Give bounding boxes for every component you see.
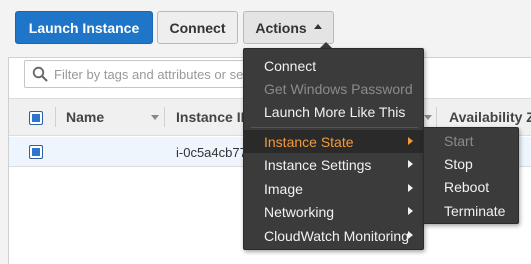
menu-item-label: Instance Settings [264, 156, 372, 173]
menu-item-label: Image [264, 180, 303, 197]
submenu-item-label: Terminate [444, 202, 506, 219]
actions-button[interactable]: Actions [243, 11, 334, 44]
search-icon [32, 66, 48, 82]
actions-menu: Connect Get Windows Password Launch More… [243, 48, 424, 250]
menu-item-instance-settings[interactable]: Instance Settings [244, 153, 423, 176]
connect-button[interactable]: Connect [157, 11, 238, 44]
menu-item-label: Networking [264, 203, 335, 220]
chevron-right-icon [408, 207, 413, 215]
menu-item-label: Launch More Like This [264, 103, 406, 120]
menu-item-instance-state[interactable]: Instance State [244, 130, 423, 153]
launch-instance-button[interactable]: Launch Instance [15, 11, 153, 44]
chevron-right-icon [408, 160, 413, 168]
sort-caret-icon[interactable] [424, 115, 432, 120]
menu-item-label: Get Windows Password [264, 80, 413, 97]
submenu-item-start: Start [424, 129, 518, 152]
chevron-right-icon [408, 137, 413, 145]
sort-caret-icon[interactable] [151, 115, 159, 120]
actions-label: Actions [255, 19, 307, 36]
column-divider [164, 107, 165, 127]
menu-item-image[interactable]: Image [244, 177, 423, 200]
launch-instance-label: Launch Instance [28, 19, 140, 36]
menu-item-connect[interactable]: Connect [244, 54, 423, 77]
row-checkbox[interactable] [29, 145, 43, 159]
menu-item-label: Instance State [264, 133, 354, 150]
submenu-item-label: Stop [444, 155, 473, 172]
menu-divider [251, 127, 418, 128]
menu-item-cloudwatch-monitoring[interactable]: CloudWatch Monitoring [244, 224, 423, 247]
column-header-instance-id[interactable]: Instance ID [176, 99, 251, 135]
menu-item-get-windows-password: Get Windows Password [244, 77, 423, 100]
menu-item-networking[interactable]: Networking [244, 200, 423, 223]
submenu-item-label: Start [444, 132, 474, 149]
column-header-name[interactable]: Name [66, 99, 104, 135]
instance-state-submenu: Start Stop Reboot Terminate [423, 127, 519, 224]
menu-item-label: Connect [264, 57, 317, 74]
submenu-item-terminate[interactable]: Terminate [424, 199, 518, 222]
caret-up-icon [313, 24, 322, 29]
submenu-item-stop[interactable]: Stop [424, 152, 518, 175]
column-divider [436, 107, 437, 127]
select-all-checkbox[interactable] [29, 111, 43, 125]
column-divider [55, 107, 56, 127]
cell-instance-id: i-0c5a4cb77 [176, 144, 247, 160]
connect-label: Connect [169, 19, 226, 36]
menu-item-label: CloudWatch Monitoring [264, 227, 409, 244]
submenu-item-label: Reboot [444, 178, 490, 195]
chevron-right-icon [408, 184, 413, 192]
filter-input[interactable] [54, 66, 274, 82]
menu-item-launch-more-like-this[interactable]: Launch More Like This [244, 100, 423, 123]
toolbar: Launch Instance Connect Actions [0, 0, 531, 48]
chevron-right-icon [408, 231, 413, 239]
submenu-item-reboot[interactable]: Reboot [424, 175, 518, 198]
